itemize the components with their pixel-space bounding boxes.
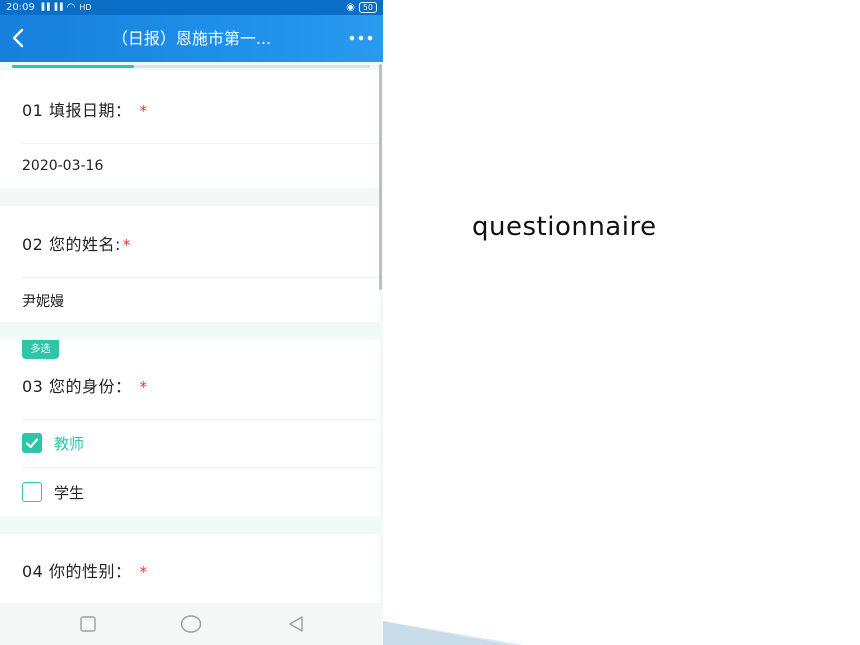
divider — [22, 419, 380, 420]
required-mark: * — [139, 563, 148, 581]
android-nav-bar — [0, 603, 383, 645]
option-label: 教师 — [54, 434, 85, 453]
divider — [22, 277, 380, 278]
option-teacher[interactable]: 教师 — [22, 432, 84, 454]
battery-icon: 50 — [358, 2, 377, 13]
question-title: 02 您的姓名: * — [22, 231, 131, 255]
answer-name[interactable]: 尹妮嫚 — [22, 291, 64, 311]
decorative-shape — [383, 621, 523, 645]
required-mark: * — [139, 378, 148, 396]
question-title: 01 填报日期： * — [22, 97, 147, 121]
multi-select-badge: 多选 — [22, 340, 59, 359]
signal-icon: ▐▐ ▐▐ — [38, 3, 63, 11]
progress-bar — [12, 65, 370, 68]
scrollbar[interactable] — [379, 64, 382, 290]
question-title: 03 您的身份： * — [22, 373, 147, 397]
back-triangle-icon[interactable] — [286, 614, 306, 634]
question-card-4: 04 你的性别： * — [0, 534, 380, 603]
question-label: 03 您的身份： — [22, 377, 132, 396]
progress-fill — [12, 65, 134, 68]
page-title: （日报）恩施市第一... — [111, 29, 272, 48]
home-icon[interactable] — [180, 614, 202, 634]
network-type: HD — [79, 3, 92, 12]
status-bar: 20:09 ▐▐ ▐▐ ◠ HD ◉ 50 — [0, 0, 383, 15]
divider — [22, 143, 380, 144]
option-student[interactable]: 学生 — [22, 481, 84, 503]
app-header: （日报）恩施市第一... — [0, 15, 383, 62]
answer-date[interactable]: 2020-03-16 — [22, 158, 103, 174]
caption-text: questionnaire — [472, 212, 657, 242]
required-mark: * — [122, 236, 131, 254]
divider — [22, 467, 380, 468]
question-card-3: 多选 03 您的身份： * 教师 学生 — [0, 340, 380, 516]
checkbox-checked-icon[interactable] — [22, 433, 42, 453]
recent-apps-icon[interactable] — [78, 614, 98, 634]
question-label: 02 您的姓名: — [22, 235, 121, 254]
question-label: 01 填报日期： — [22, 101, 132, 120]
more-dots-icon[interactable] — [349, 31, 373, 45]
phone-screenshot: 20:09 ▐▐ ▐▐ ◠ HD ◉ 50 （日报）恩施市第一... 01 填报… — [0, 0, 383, 645]
question-card-1: 01 填报日期： * 2020-03-16 — [0, 70, 380, 188]
checkbox-unchecked-icon[interactable] — [22, 482, 42, 502]
clock: 20:09 — [6, 2, 35, 13]
lock-icon: ◉ — [346, 2, 355, 13]
option-label: 学生 — [54, 483, 85, 502]
chevron-left-icon[interactable] — [8, 27, 30, 49]
required-mark: * — [139, 102, 148, 120]
wifi-icon: ◠ — [66, 2, 76, 13]
question-card-2: 02 您的姓名: * 尹妮嫚 — [0, 206, 380, 322]
question-title: 04 你的性别： * — [22, 558, 147, 582]
question-label: 04 你的性别： — [22, 562, 132, 581]
